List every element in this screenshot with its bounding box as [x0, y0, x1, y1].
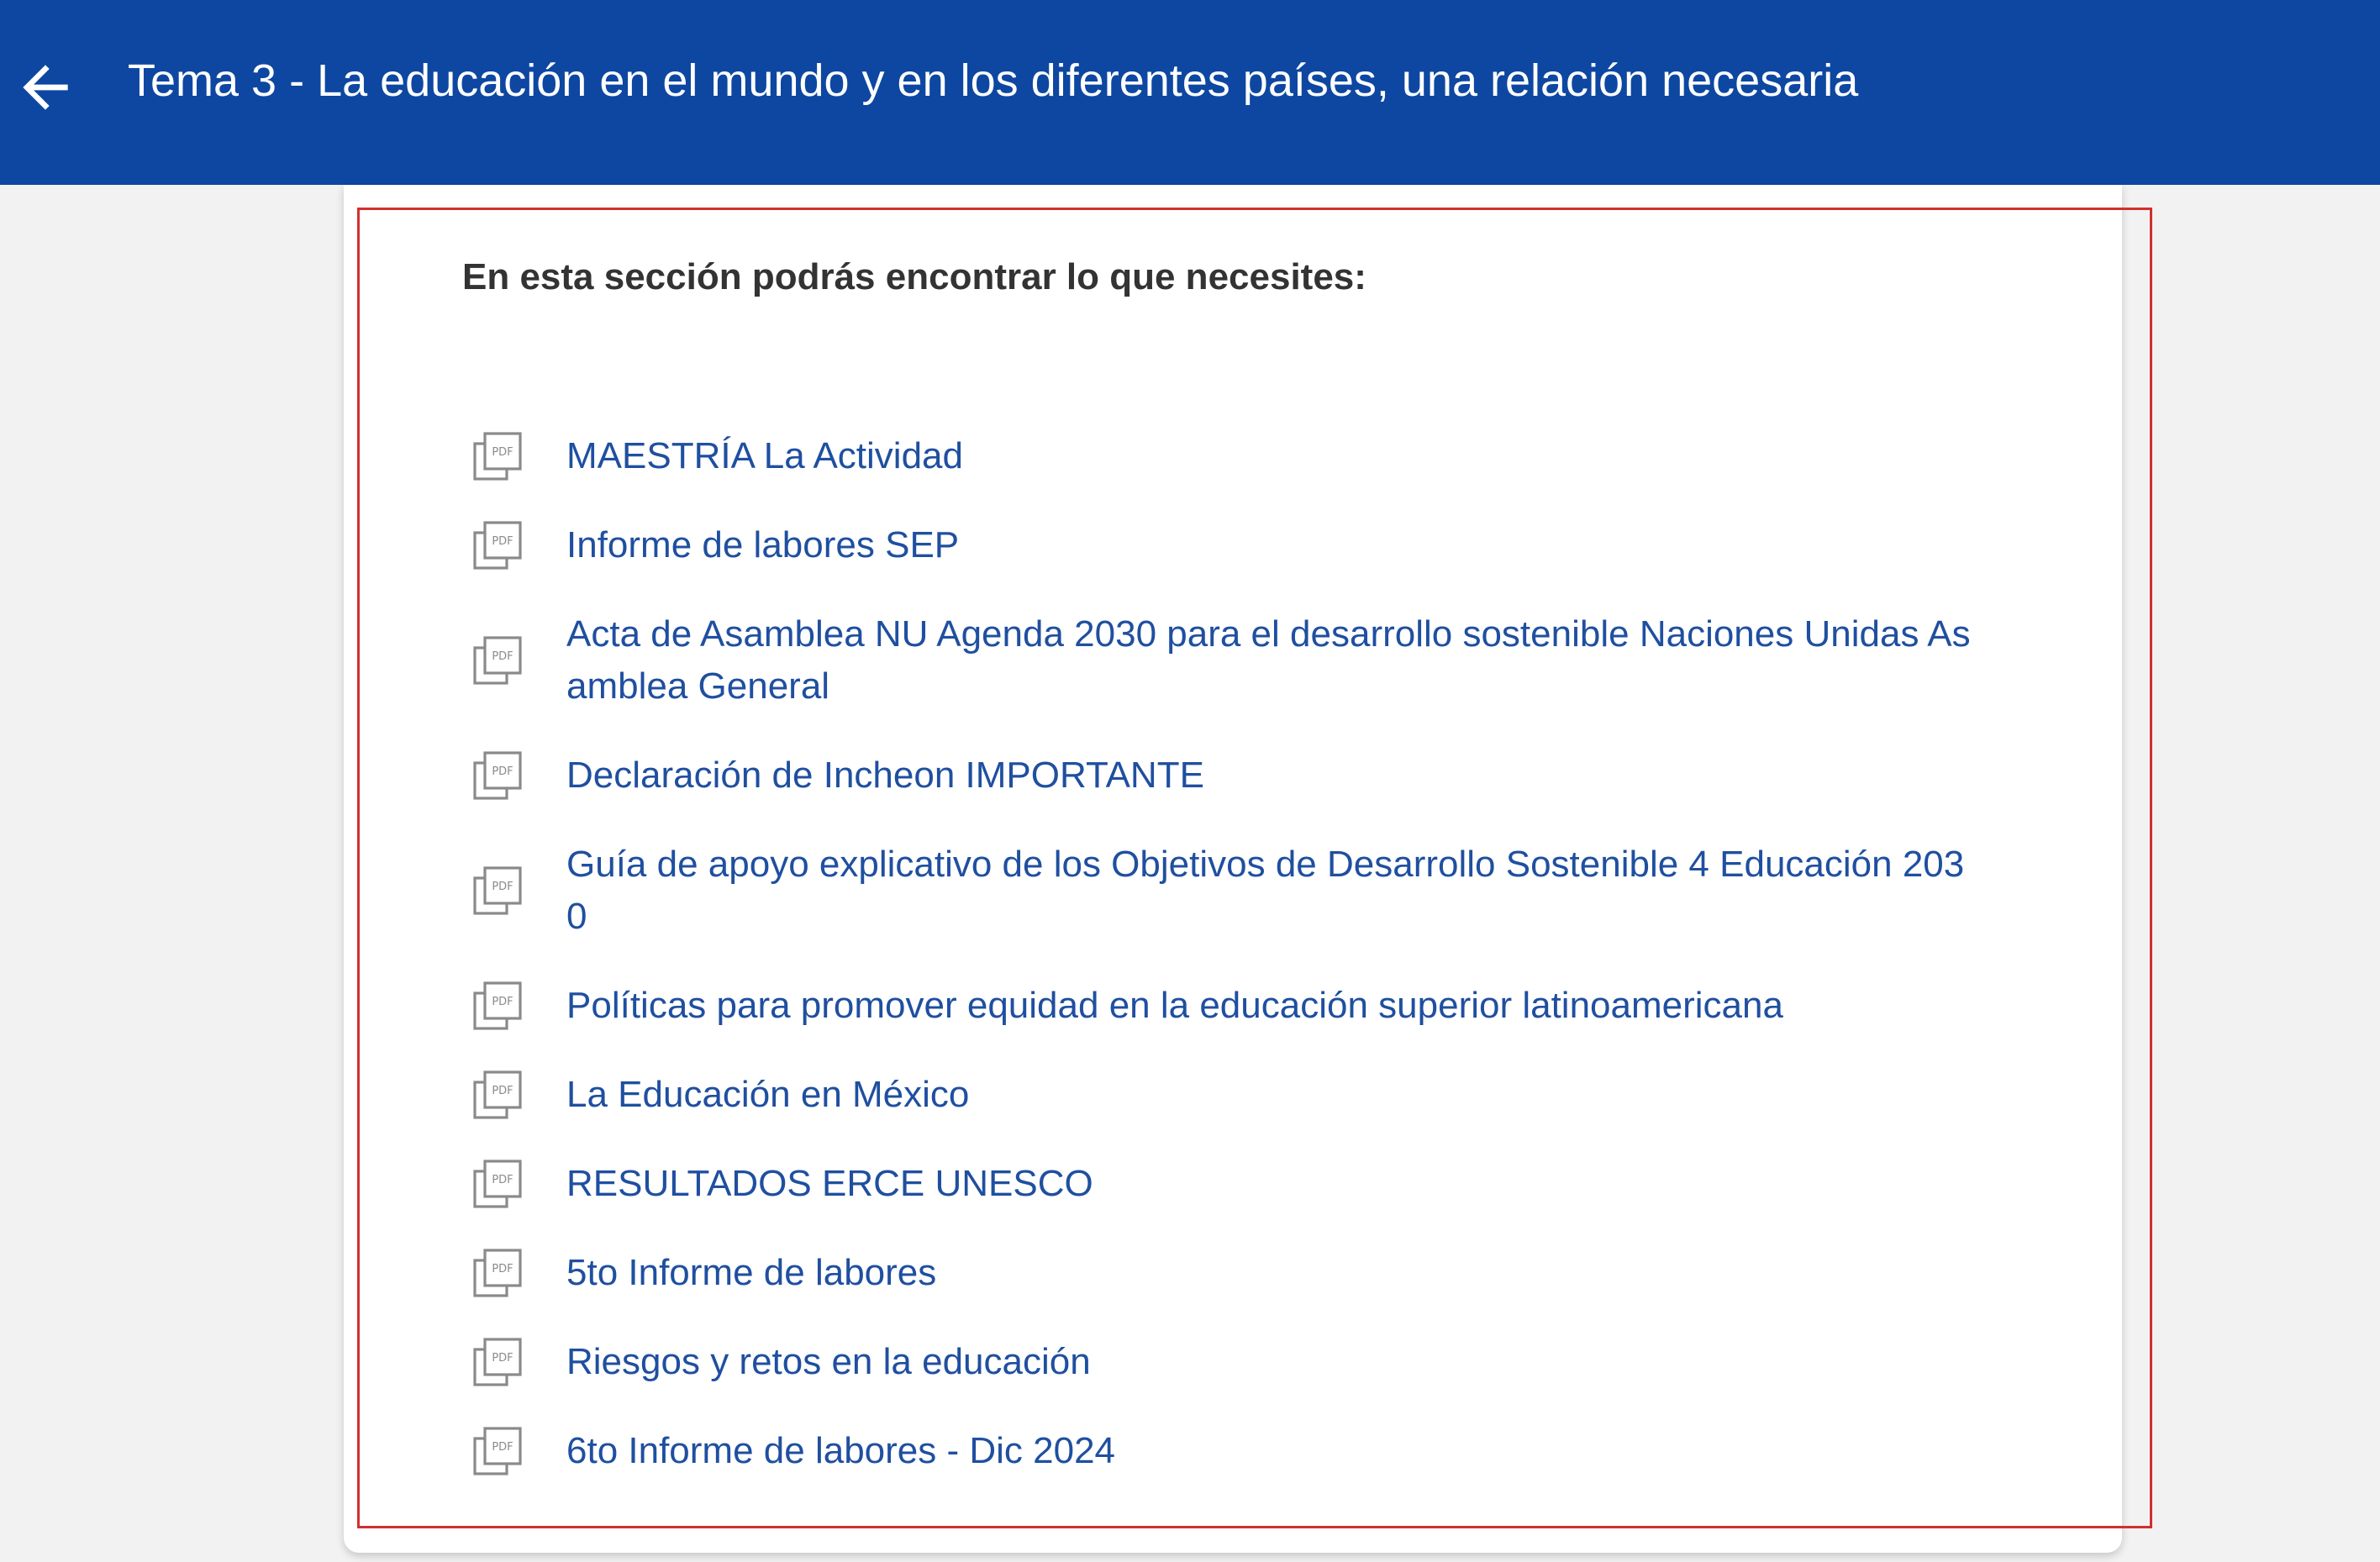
section-intro: En esta sección podrás encontrar lo que …: [462, 256, 1366, 297]
document-link[interactable]: 5to Informe de labores: [566, 1247, 936, 1299]
pdf-file-icon: PDF: [471, 979, 524, 1033]
document-link[interactable]: 6to Informe de labores - Dic 2024: [566, 1425, 1115, 1477]
svg-text:PDF: PDF: [492, 765, 513, 778]
svg-text:PDF: PDF: [492, 1174, 513, 1186]
list-item: PDF Políticas para promover equidad en l…: [471, 961, 2000, 1050]
document-link[interactable]: Declaración de Incheon IMPORTANTE: [566, 749, 1204, 802]
pdf-file-icon: PDF: [471, 518, 524, 572]
svg-text:PDF: PDF: [492, 1085, 513, 1097]
back-button[interactable]: [12, 54, 79, 121]
list-item: PDF Riesgos y retos en la educación: [471, 1317, 2000, 1407]
pdf-file-icon: PDF: [471, 1335, 524, 1389]
arrow-left-icon: [23, 65, 68, 110]
pdf-file-icon: PDF: [471, 1424, 524, 1478]
pdf-file-icon: PDF: [471, 1246, 524, 1300]
list-item: PDF 6to Informe de labores - Dic 2024: [471, 1407, 2000, 1496]
svg-text:PDF: PDF: [492, 1352, 513, 1365]
document-link[interactable]: RESULTADOS ERCE UNESCO: [566, 1158, 1093, 1210]
document-link[interactable]: MAESTRÍA La Actividad: [566, 430, 963, 482]
pdf-file-icon: PDF: [471, 429, 524, 483]
list-item: PDF La Educación en México: [471, 1050, 2000, 1139]
list-item: PDF 5to Informe de labores: [471, 1228, 2000, 1317]
svg-text:PDF: PDF: [492, 881, 513, 893]
pdf-file-icon: PDF: [471, 1068, 524, 1122]
document-link[interactable]: Guía de apoyo explicativo de los Objetiv…: [566, 839, 1978, 943]
list-item: PDF MAESTRÍA La Actividad: [471, 412, 2000, 501]
document-link[interactable]: Informe de labores SEP: [566, 519, 959, 571]
top-app-bar: Tema 3 - La educación en el mundo y en l…: [0, 0, 2380, 185]
list-item: PDF Acta de Asamblea NU Agenda 2030 para…: [471, 590, 2000, 731]
svg-text:PDF: PDF: [492, 535, 513, 548]
pdf-file-icon: PDF: [471, 1157, 524, 1211]
pdf-file-icon: PDF: [471, 749, 524, 802]
page-title: Tema 3 - La educación en el mundo y en l…: [128, 55, 1859, 106]
document-link[interactable]: La Educación en México: [566, 1069, 969, 1121]
document-link[interactable]: Políticas para promover equidad en la ed…: [566, 980, 1783, 1032]
svg-text:PDF: PDF: [492, 446, 513, 459]
document-link[interactable]: Riesgos y retos en la educación: [566, 1336, 1091, 1388]
svg-text:PDF: PDF: [492, 650, 513, 663]
document-list: PDF MAESTRÍA La Actividad PDF Informe de…: [471, 412, 2000, 1496]
list-item: PDF RESULTADOS ERCE UNESCO: [471, 1139, 2000, 1228]
list-item: PDF Guía de apoyo explicativo de los Obj…: [471, 820, 2000, 961]
document-link[interactable]: Acta de Asamblea NU Agenda 2030 para el …: [566, 608, 1978, 713]
svg-text:PDF: PDF: [492, 996, 513, 1008]
list-item: PDF Informe de labores SEP: [471, 501, 2000, 590]
svg-text:PDF: PDF: [492, 1441, 513, 1454]
svg-text:PDF: PDF: [492, 1263, 513, 1275]
list-item: PDF Declaración de Incheon IMPORTANTE: [471, 731, 2000, 820]
pdf-file-icon: PDF: [471, 864, 524, 918]
pdf-file-icon: PDF: [471, 634, 524, 687]
